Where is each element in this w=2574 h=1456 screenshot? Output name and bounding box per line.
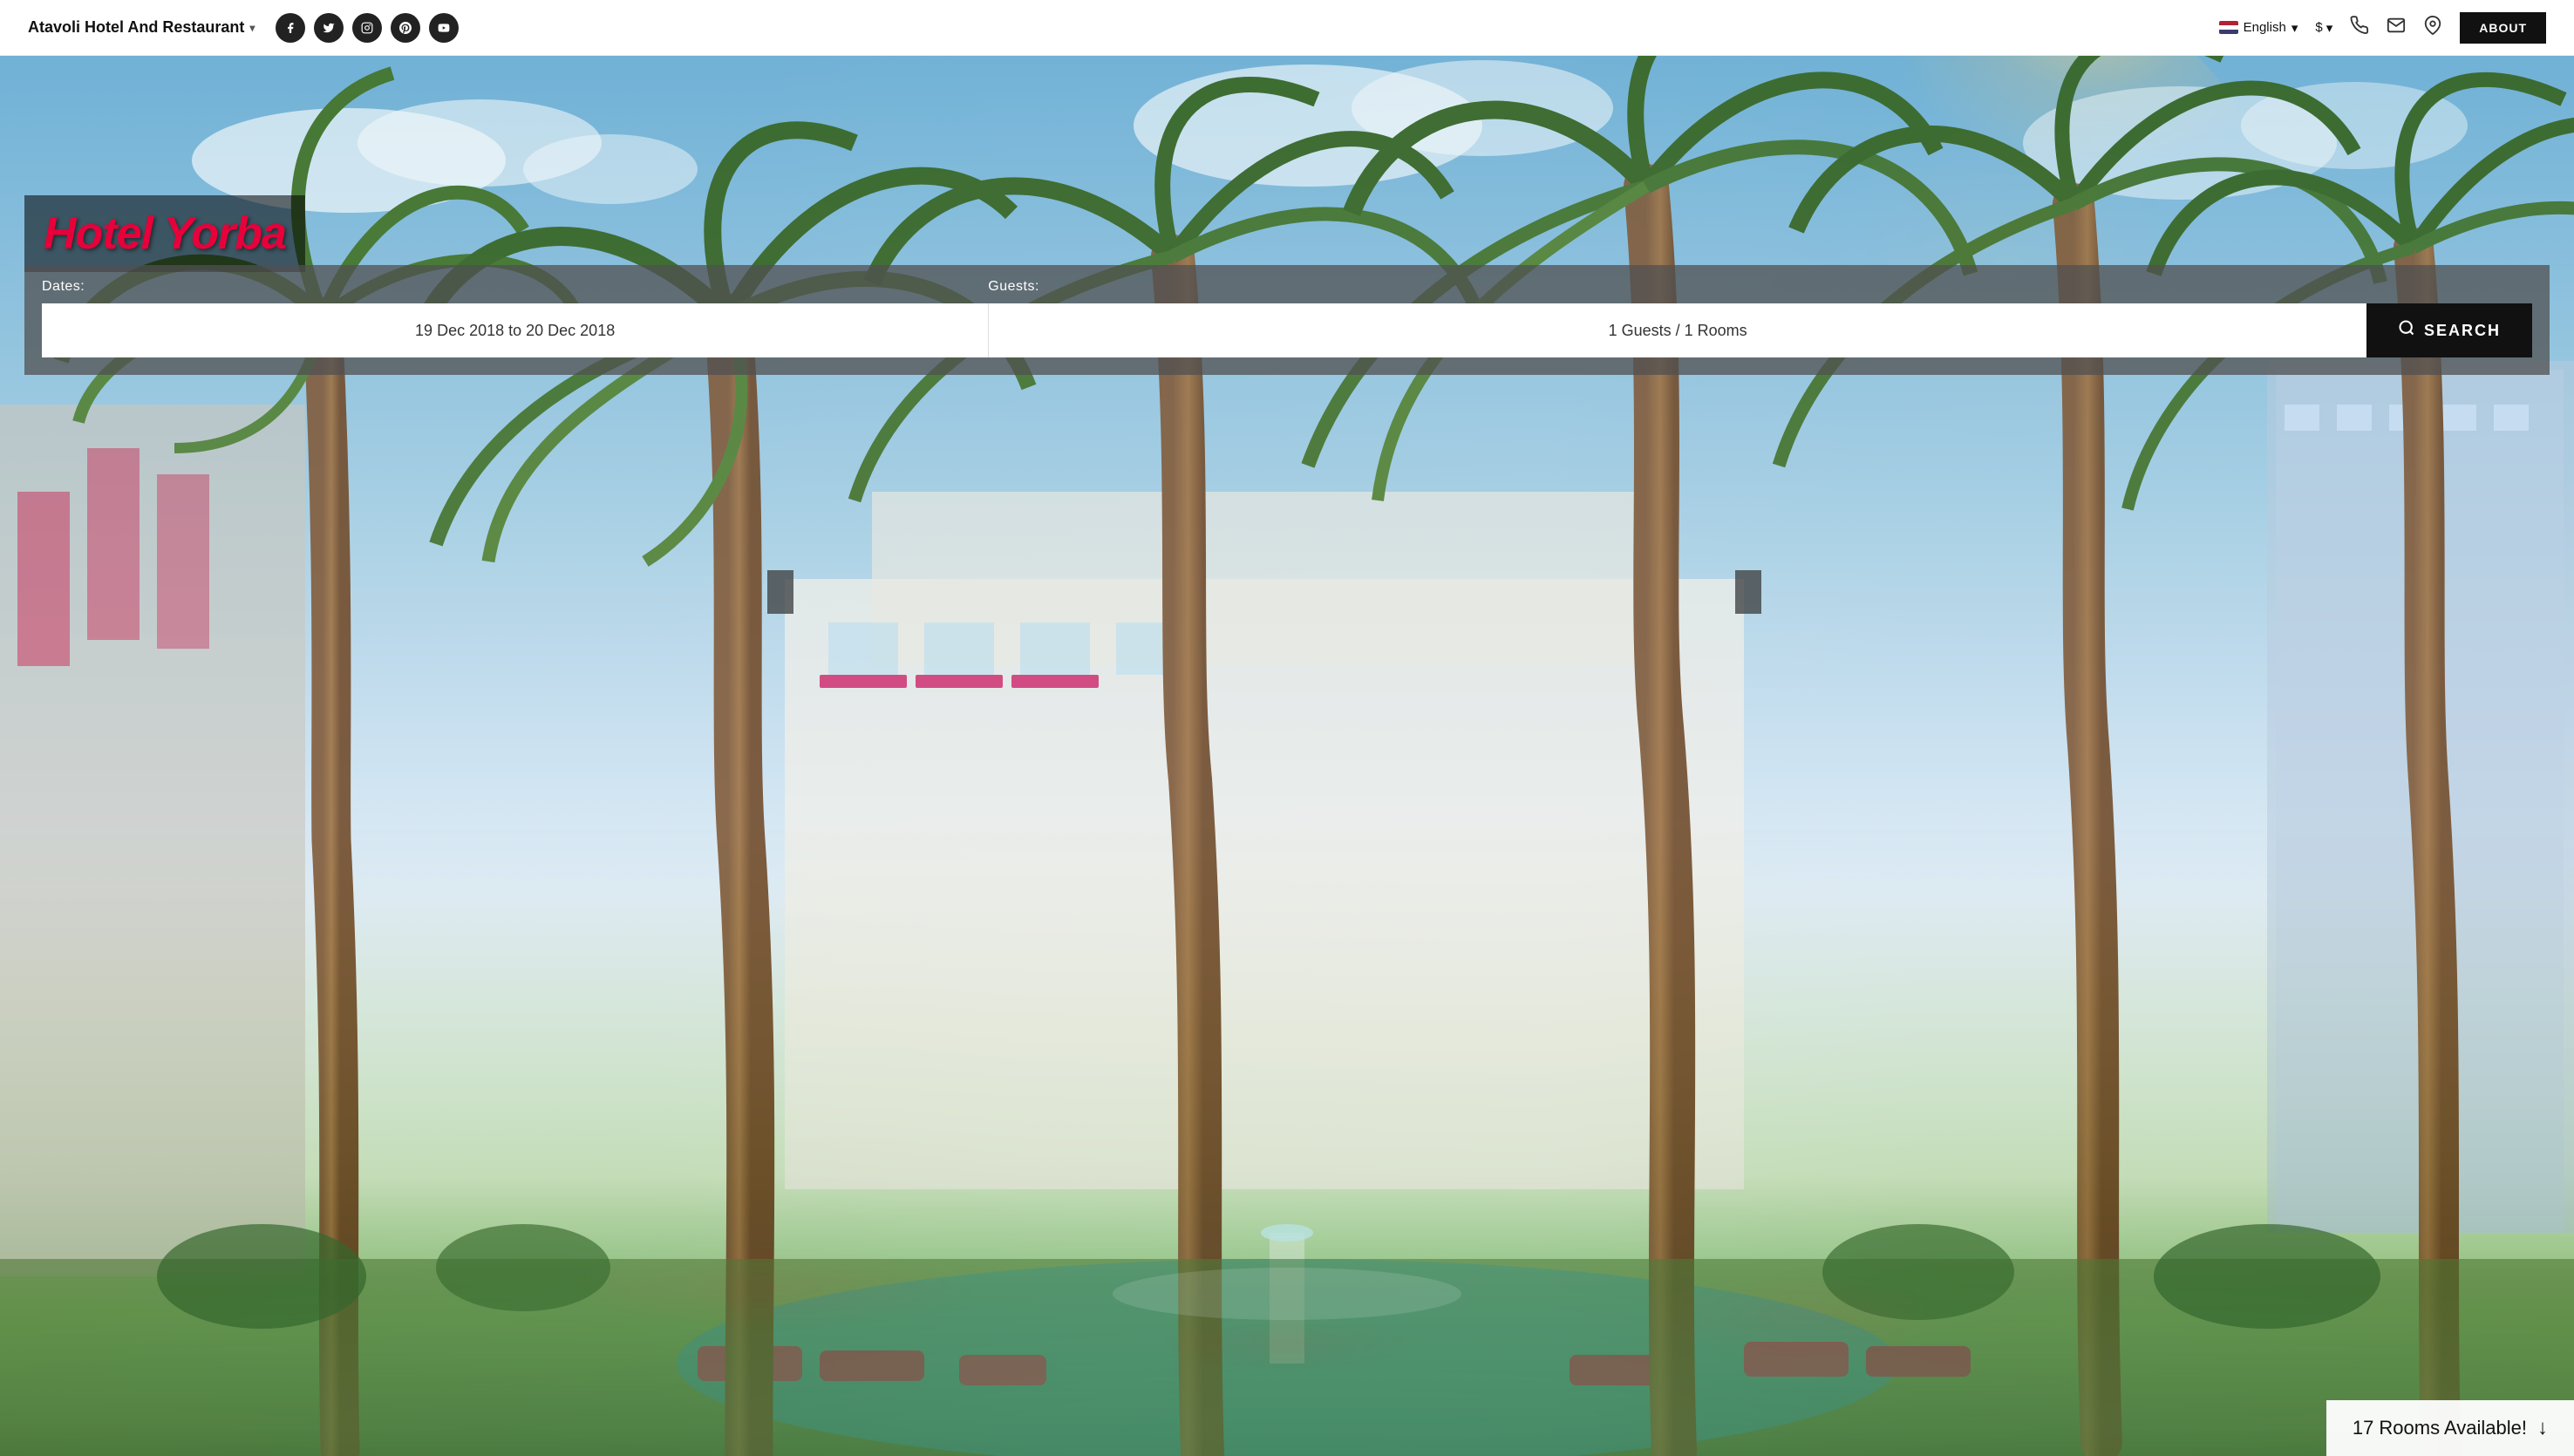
rooms-badge[interactable]: 17 Rooms Available! ↓ [2326,1400,2574,1456]
hotel-name: Hotel Yorba [44,208,286,259]
pinterest-icon[interactable] [391,13,420,43]
about-button[interactable]: ABOUT [2460,12,2546,44]
search-inputs: SEARCH [42,303,2532,357]
guests-label: Guests: [988,279,2532,295]
dates-label: Dates: [42,279,988,295]
navbar-right: English ▾ $ ▾ ABOUT [2219,12,2546,44]
guests-input[interactable] [988,303,2366,357]
hero-section: Hotel Yorba Dates: Guests: SEARCH [0,56,2574,1456]
rooms-available-text: 17 Rooms Available! [2353,1417,2527,1439]
date-input[interactable] [42,303,988,357]
instagram-icon[interactable] [352,13,382,43]
twitter-icon[interactable] [314,13,344,43]
search-label: SEARCH [2424,322,2501,340]
us-flag-icon [2219,21,2238,34]
brand[interactable]: Atavoli Hotel And Restaurant ▾ [28,18,255,37]
brand-name: Atavoli Hotel And Restaurant [28,18,244,37]
search-labels: Dates: Guests: [42,279,2532,295]
currency-symbol: $ [2315,20,2322,35]
currency-selector[interactable]: $ ▾ [2315,20,2332,36]
rooms-arrow-icon: ↓ [2537,1416,2548,1440]
currency-chevron: ▾ [2326,20,2333,36]
language-selector[interactable]: English ▾ [2219,20,2298,36]
social-icons [276,13,459,43]
search-button[interactable]: SEARCH [2366,303,2532,357]
facebook-icon[interactable] [276,13,305,43]
location-icon[interactable] [2423,16,2442,40]
language-chevron: ▾ [2291,20,2298,36]
phone-icon[interactable] [2350,16,2369,40]
navbar: Atavoli Hotel And Restaurant ▾ [0,0,2574,56]
search-bar: Dates: Guests: SEARCH [24,265,2550,375]
brand-chevron: ▾ [249,22,255,34]
youtube-icon[interactable] [429,13,459,43]
language-label: English [2244,20,2286,35]
navbar-left: Atavoli Hotel And Restaurant ▾ [28,13,459,43]
email-icon[interactable] [2387,16,2406,40]
search-container: Dates: Guests: SEARCH [0,265,2574,375]
search-icon [2398,319,2415,342]
hotel-name-badge: Hotel Yorba [24,195,305,272]
